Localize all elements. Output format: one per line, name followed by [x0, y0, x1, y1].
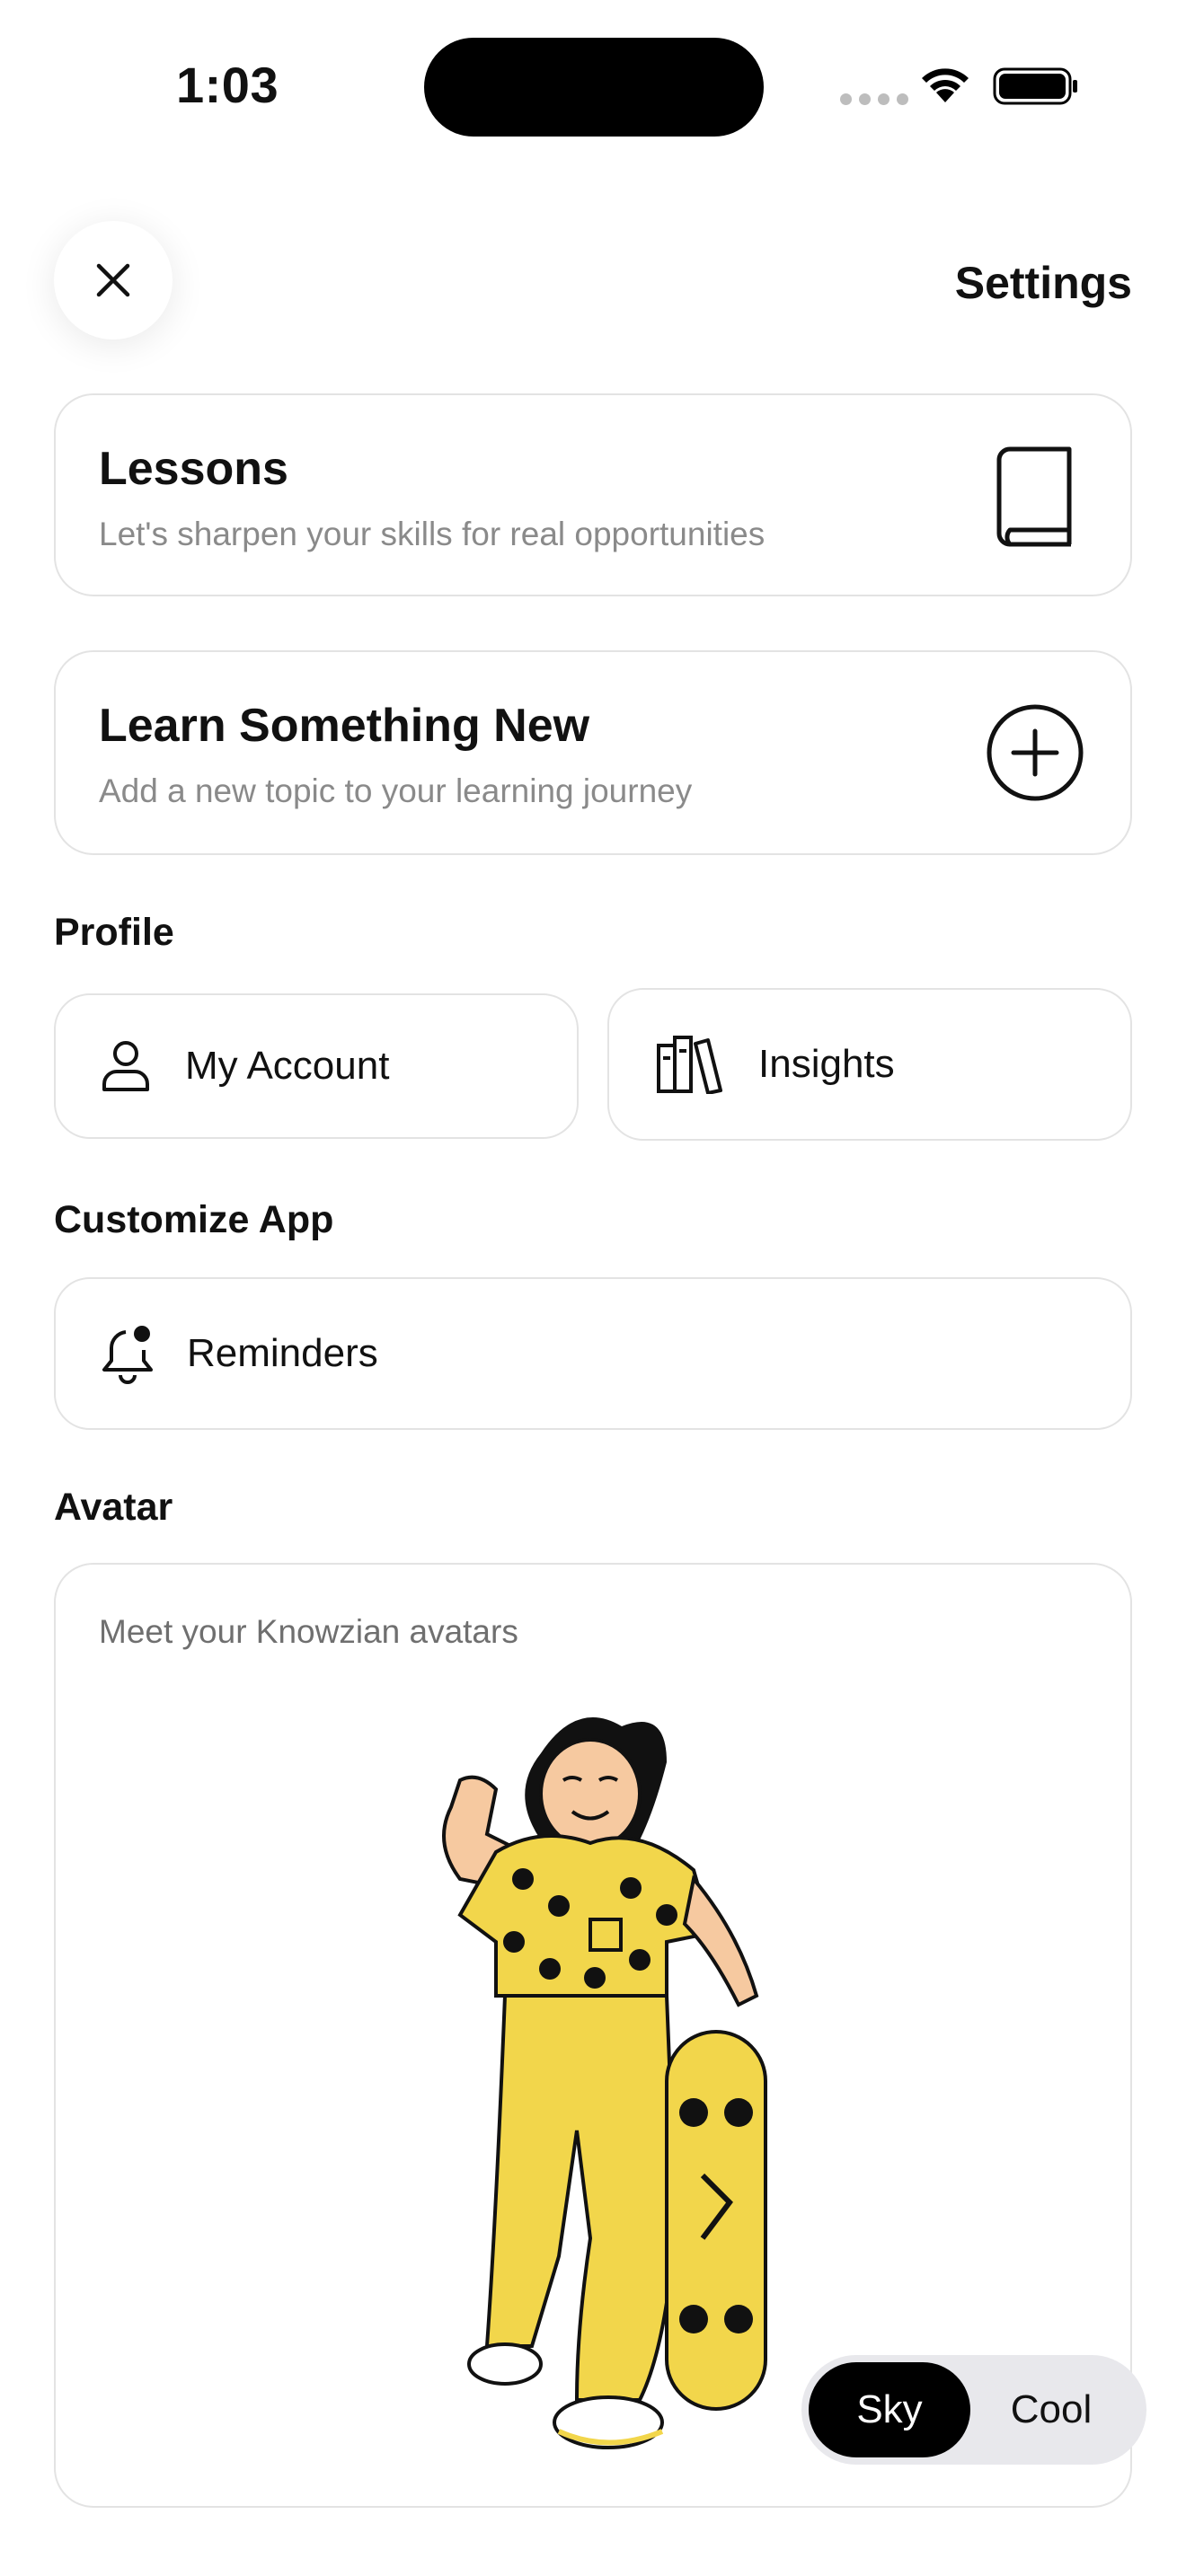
plus-circle-icon [987, 704, 1084, 801]
page-title: Settings [954, 258, 1132, 308]
books-icon [657, 1036, 722, 1094]
lessons-title: Lessons [99, 443, 288, 495]
profile-section-label: Profile [54, 911, 174, 954]
learn-new-title: Learn Something New [99, 700, 590, 752]
wifi-icon [922, 68, 969, 102]
avatar-style-toggle[interactable]: Sky Cool [801, 2355, 1146, 2465]
lessons-card[interactable]: Lessons Let's sharpen your skills for re… [54, 393, 1132, 596]
close-button[interactable] [54, 221, 173, 340]
dynamic-island [424, 38, 764, 137]
avatar-illustration [442, 1717, 767, 2449]
avatar-card: Meet your Knowzian avatars Sky Cool [54, 1563, 1146, 2508]
close-icon [96, 263, 130, 297]
book-icon [996, 446, 1072, 547]
battery-icon [993, 67, 1077, 105]
learn-something-new-card[interactable]: Learn Something New Add a new topic to y… [54, 650, 1132, 855]
my-account-button[interactable]: My Account [54, 993, 579, 1139]
toggle-option-cool[interactable]: Cool [970, 2362, 1132, 2457]
insights-button[interactable]: Insights [607, 988, 1132, 1141]
toggle-option-sky[interactable]: Sky [809, 2362, 970, 2457]
learn-new-subtitle: Add a new topic to your learning journey [99, 772, 693, 809]
avatar-section-label: Avatar [54, 1486, 173, 1529]
cellular-signal-icon [840, 93, 908, 105]
person-icon [102, 1041, 149, 1091]
reminders-button[interactable]: Reminders [54, 1277, 1132, 1430]
avatar-caption: Meet your Knowzian avatars [99, 1613, 518, 1650]
status-time: 1:03 [176, 57, 279, 113]
bell-icon [102, 1326, 153, 1384]
insights-label: Insights [758, 1042, 895, 1086]
my-account-label: My Account [185, 1044, 390, 1088]
status-bar: 1:03 [0, 0, 1186, 162]
lessons-subtitle: Let's sharpen your skills for real oppor… [99, 516, 766, 552]
customize-section-label: Customize App [54, 1198, 334, 1241]
reminders-label: Reminders [187, 1331, 378, 1375]
